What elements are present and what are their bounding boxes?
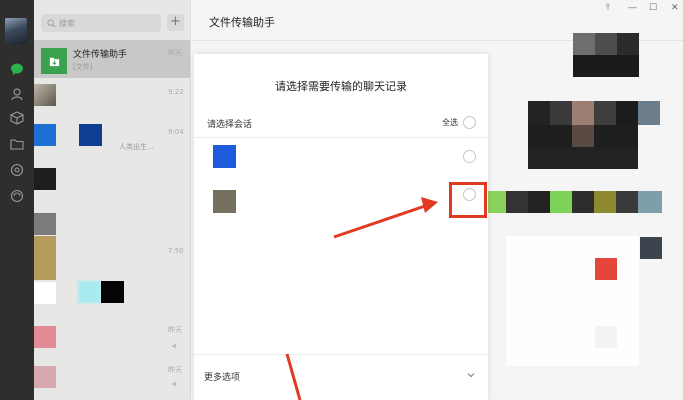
mosaic-pixel bbox=[594, 191, 616, 213]
wechat-window: 搜索 + 文件传输助手 [文件] 昨天 9:22 9:04 人类出生... · … bbox=[0, 0, 683, 400]
conversation-radio[interactable] bbox=[463, 150, 476, 163]
conversation-thumb bbox=[213, 145, 236, 168]
mute-icon bbox=[172, 381, 176, 387]
chat-preview: 人类出生... bbox=[119, 143, 154, 151]
pin-icon[interactable]: ⫯ bbox=[606, 3, 610, 13]
mosaic-pixel bbox=[595, 326, 617, 348]
mosaic-pixel bbox=[572, 101, 594, 125]
maximize-button[interactable]: ☐ bbox=[649, 3, 657, 13]
chat-time: 昨天 bbox=[168, 49, 182, 57]
chat-avatar[interactable] bbox=[34, 124, 56, 146]
close-button[interactable]: ✕ bbox=[671, 3, 679, 13]
dialog-subtitle: 请选择会话 bbox=[207, 120, 253, 130]
chat-avatar[interactable] bbox=[34, 326, 56, 348]
user-avatar[interactable] bbox=[5, 18, 27, 44]
mosaic-pixel bbox=[528, 147, 638, 169]
chat-icon[interactable] bbox=[10, 62, 24, 76]
minimize-button[interactable]: — bbox=[628, 3, 637, 13]
chat-avatar-image bbox=[78, 281, 101, 303]
dialog-title: 请选择需要传输的聊天记录 bbox=[275, 80, 407, 93]
chat-avatar[interactable] bbox=[34, 168, 56, 190]
transfer-dialog: 请选择需要传输的聊天记录 请选择会话 全选 更多选项 bbox=[194, 54, 488, 400]
chat-avatar-image bbox=[79, 124, 102, 146]
mosaic-pixel bbox=[572, 191, 594, 213]
conversation-thumb bbox=[213, 190, 236, 213]
mosaic-pixel bbox=[616, 191, 638, 213]
mosaic-pixel bbox=[506, 236, 639, 366]
select-all-label[interactable]: 全选 bbox=[442, 117, 458, 128]
chat-avatar-image bbox=[101, 281, 124, 303]
chat-time: 9:04 bbox=[168, 128, 184, 136]
search-placeholder: 搜索 bbox=[59, 18, 75, 28]
contacts-icon[interactable] bbox=[10, 87, 24, 101]
mosaic-pixel bbox=[594, 101, 616, 125]
dialog-divider bbox=[194, 137, 488, 138]
chat-avatar[interactable] bbox=[34, 84, 56, 106]
mosaic-pixel bbox=[638, 191, 662, 213]
mosaic-pixel bbox=[616, 101, 638, 125]
mosaic-pixel bbox=[573, 33, 595, 55]
mosaic-pixel bbox=[595, 33, 617, 55]
chat-time: 昨天 bbox=[168, 326, 182, 334]
mosaic-pixel bbox=[617, 33, 639, 55]
folder-icon[interactable] bbox=[10, 137, 24, 151]
search-icon bbox=[47, 18, 56, 27]
mosaic-pixel bbox=[528, 101, 550, 125]
box-icon[interactable] bbox=[10, 111, 24, 125]
chat-title: 文件传输助手 bbox=[209, 16, 275, 29]
chat-avatar[interactable] bbox=[34, 366, 56, 388]
mosaic-pixel bbox=[640, 237, 662, 259]
mosaic-pixel bbox=[488, 191, 506, 213]
miniprogram-icon[interactable] bbox=[10, 163, 24, 177]
mosaic-pixel bbox=[528, 191, 550, 213]
left-icon-rail bbox=[0, 0, 34, 400]
mosaic-pixel bbox=[573, 55, 639, 77]
dialog-divider bbox=[194, 354, 488, 355]
chevron-down-icon[interactable] bbox=[467, 371, 475, 379]
chat-avatar[interactable] bbox=[34, 213, 56, 235]
mute-icon bbox=[172, 343, 176, 349]
mosaic-pixel bbox=[572, 125, 594, 147]
chat-name: 文件传输助手 bbox=[73, 50, 128, 60]
select-all-radio[interactable] bbox=[463, 116, 476, 129]
mosaic-pixel bbox=[550, 191, 572, 213]
chat-last-message: [文件] bbox=[73, 63, 93, 71]
more-options-label[interactable]: 更多选项 bbox=[204, 370, 240, 383]
mosaic-pixel bbox=[595, 258, 617, 280]
chat-time-faded: · bbox=[168, 168, 171, 176]
chat-list: 搜索 + 文件传输助手 [文件] 昨天 9:22 9:04 人类出生... · … bbox=[34, 0, 190, 400]
settings-icon[interactable] bbox=[10, 189, 24, 203]
file-transfer-avatar bbox=[41, 48, 67, 74]
chat-time-faded: · bbox=[168, 208, 171, 216]
add-chat-button[interactable]: + bbox=[167, 14, 184, 31]
chat-time: 9:22 bbox=[168, 88, 184, 96]
search-input[interactable]: 搜索 bbox=[41, 14, 161, 32]
highlight-box bbox=[449, 182, 487, 218]
mosaic-pixel bbox=[550, 101, 572, 125]
chat-avatar[interactable] bbox=[34, 236, 56, 280]
chat-time: 昨天 bbox=[168, 366, 182, 374]
chat-time: 7:50 bbox=[168, 247, 184, 255]
chat-avatar[interactable] bbox=[34, 282, 56, 304]
mosaic-pixel bbox=[638, 101, 660, 125]
mosaic-pixel bbox=[506, 191, 528, 213]
